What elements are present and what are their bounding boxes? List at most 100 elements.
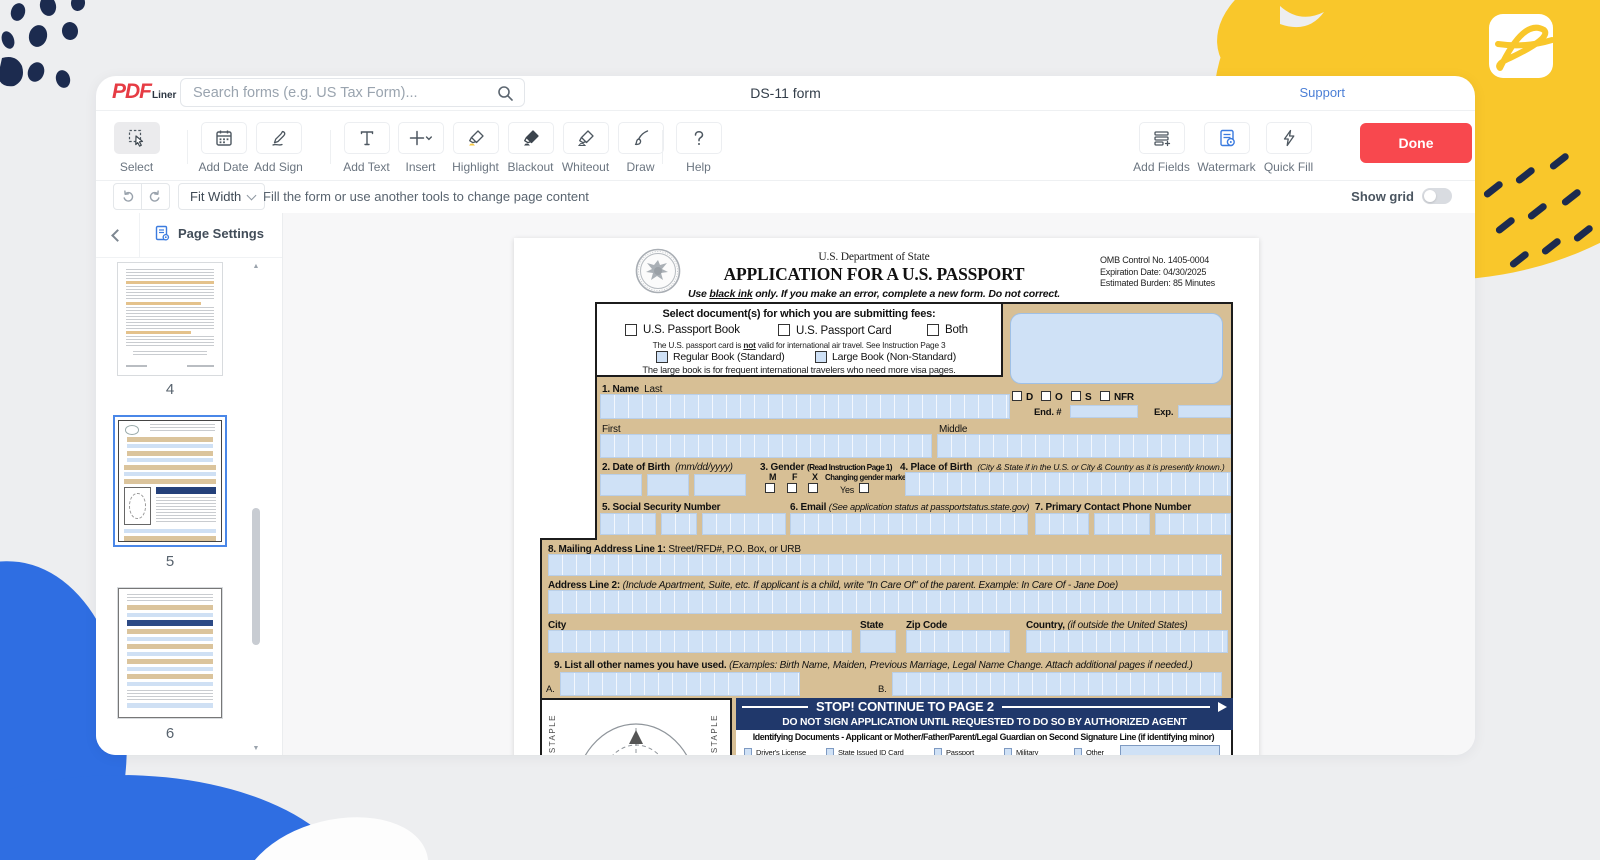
gender-f-checkbox[interactable] [787, 483, 797, 493]
collapse-sidebar-button[interactable] [108, 228, 126, 244]
tool-add-date[interactable]: Add Date [196, 122, 251, 174]
gender-x-checkbox[interactable] [808, 483, 818, 493]
zip-field[interactable] [906, 630, 1010, 653]
toolbar-separator [662, 130, 663, 164]
done-button[interactable]: Done [1360, 123, 1472, 163]
tool-add-fields[interactable]: Add Fields [1134, 122, 1189, 174]
identifying-docs-row: Driver's License State Issued ID Card Pa… [736, 745, 1233, 755]
mailing-address-1-field[interactable] [548, 554, 1222, 576]
passport-book-label: U.S. Passport Book [643, 324, 740, 336]
endorsement-o-checkbox[interactable] [1041, 391, 1051, 401]
phone-field-1[interactable] [1035, 513, 1089, 535]
scroll-down-arrow[interactable]: ▼ [251, 745, 261, 753]
tool-select[interactable]: Select [109, 122, 164, 174]
state-id-checkbox[interactable] [826, 748, 834, 755]
end-number-field[interactable] [1070, 405, 1138, 418]
phone-field-3[interactable] [1155, 513, 1231, 535]
tool-blackout[interactable]: Blackout [503, 122, 558, 174]
place-of-birth-field[interactable] [905, 472, 1231, 496]
zoom-mode-dropdown[interactable]: Fit Width [178, 183, 265, 210]
endorsement-d-checkbox[interactable] [1012, 391, 1022, 401]
ssn-field-1[interactable] [600, 513, 656, 535]
tool-add-sign-label: Add Sign [254, 160, 303, 174]
page-settings-button[interactable]: Page Settings [154, 225, 264, 242]
identifying-docs-label: Identifying Documents - Applicant or Mot… [736, 730, 1233, 745]
page-thumbnail-4[interactable] [118, 263, 222, 375]
tool-quick-fill[interactable]: Quick Fill [1261, 122, 1316, 174]
tool-help[interactable]: Help [671, 122, 726, 174]
tool-insert[interactable]: Insert [393, 122, 448, 174]
document-title: DS-11 form [96, 85, 1475, 101]
city-field[interactable] [548, 630, 852, 653]
state-field[interactable] [860, 630, 896, 653]
tool-add-sign[interactable]: Add Sign [251, 122, 306, 174]
tool-blackout-label: Blackout [507, 160, 553, 174]
passport-book-checkbox[interactable] [625, 324, 637, 336]
endorsement-nfr-checkbox[interactable] [1100, 391, 1110, 401]
tool-highlight-label: Highlight [452, 160, 499, 174]
undo-button[interactable] [113, 183, 142, 210]
fees-note-1: The U.S. passport card is not valid for … [597, 340, 1001, 350]
tool-add-date-label: Add Date [198, 160, 248, 174]
other-doc-label: Other [1086, 748, 1104, 755]
redo-button[interactable] [141, 183, 170, 210]
show-grid-toggle[interactable] [1422, 188, 1452, 204]
dob-day-field[interactable] [647, 474, 689, 496]
tool-add-text[interactable]: Add Text [339, 122, 394, 174]
page-thumbnail-5-selected[interactable] [113, 415, 227, 547]
tool-whiteout[interactable]: Whiteout [558, 122, 613, 174]
toolbar-separator [330, 130, 331, 164]
phone-field-2[interactable] [1094, 513, 1150, 535]
barcode-area-field[interactable] [1010, 313, 1223, 384]
other-name-b-field[interactable] [892, 672, 1222, 696]
exp-field[interactable] [1178, 405, 1231, 418]
passport-doc-checkbox[interactable] [934, 748, 942, 755]
large-book-checkbox[interactable] [815, 351, 827, 363]
drivers-license-checkbox[interactable] [744, 748, 752, 755]
dob-month-field[interactable] [600, 474, 642, 496]
endorsement-s-checkbox[interactable] [1071, 391, 1081, 401]
text-icon [344, 122, 390, 154]
military-checkbox[interactable] [1004, 748, 1012, 755]
scroll-up-arrow[interactable]: ▲ [251, 263, 261, 271]
q6-label: 6. Email (See application status at pass… [790, 502, 1029, 513]
dob-year-field[interactable] [694, 474, 746, 496]
name-last-field[interactable] [600, 394, 1010, 419]
other-name-a-field[interactable] [560, 672, 800, 696]
mailing-address-2-field[interactable] [548, 590, 1222, 614]
both-checkbox[interactable] [927, 324, 939, 336]
tool-help-label: Help [686, 160, 711, 174]
ssn-field-3[interactable] [702, 513, 786, 535]
gender-yes-checkbox[interactable] [859, 483, 869, 493]
tool-highlight[interactable]: Highlight [448, 122, 503, 174]
ssn-field-2[interactable] [661, 513, 697, 535]
name-first-field[interactable] [600, 434, 932, 458]
email-field[interactable] [790, 513, 1028, 535]
whiteout-icon [563, 122, 609, 154]
do-not-sign-banner: DO NOT SIGN APPLICATION UNTIL REQUESTED … [736, 715, 1233, 730]
page-thumbnail-6[interactable] [118, 588, 222, 718]
other-doc-field[interactable] [1120, 745, 1220, 755]
gender-m-checkbox[interactable] [765, 483, 775, 493]
regular-book-checkbox[interactable] [656, 351, 668, 363]
tool-draw[interactable]: Draw [613, 122, 668, 174]
endorsement-nfr-label: NFR [1114, 392, 1134, 403]
stop-banner: STOP! CONTINUE TO PAGE 2 [736, 698, 1233, 715]
secondary-toolbar: Fit Width Fill the form or use another t… [96, 180, 1475, 213]
scrollbar-thumb[interactable] [252, 508, 260, 645]
show-grid-label: Show grid [1351, 189, 1414, 204]
gender-m-label: M [769, 472, 776, 482]
blackout-icon [508, 122, 554, 154]
tool-watermark[interactable]: Watermark [1199, 122, 1254, 174]
banner-arrow-icon [1218, 702, 1227, 712]
help-icon [676, 122, 722, 154]
passport-card-label: U.S. Passport Card [796, 325, 891, 337]
support-link[interactable]: Support [1299, 85, 1345, 100]
other-doc-checkbox[interactable] [1074, 748, 1082, 755]
country-field[interactable] [1026, 630, 1228, 653]
passport-card-checkbox[interactable] [778, 324, 790, 336]
name-middle-field[interactable] [937, 434, 1231, 458]
q3-label: 3. Gender (Read Instruction Page 1) [760, 462, 892, 473]
other-name-a-label: A. [546, 684, 555, 695]
exp-label: Exp. [1154, 407, 1173, 418]
